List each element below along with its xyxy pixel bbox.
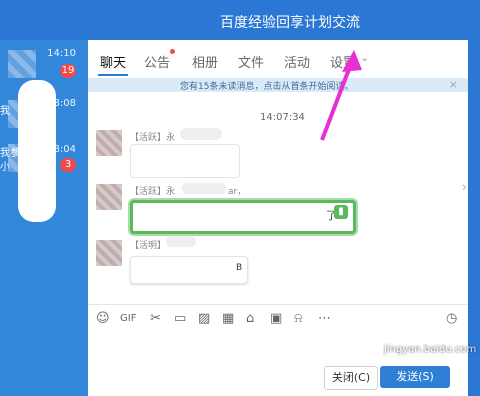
- message-text: B: [236, 263, 243, 273]
- message-sender-tail: ar，: [228, 187, 247, 197]
- tab-settings[interactable]: 设置: [330, 52, 356, 71]
- gif-icon[interactable]: GIF: [120, 313, 136, 324]
- tab-files[interactable]: 文件: [238, 52, 264, 71]
- scissors-icon[interactable]: ✂: [150, 311, 161, 326]
- tab-chat[interactable]: 聊天: [100, 52, 126, 71]
- message-bubble[interactable]: [130, 256, 248, 284]
- redaction-blob: [18, 80, 56, 222]
- conversation-list[interactable]: 14:10 19 8:08 我 8:04 我参 小 3: [0, 40, 88, 396]
- window-edge: [468, 40, 480, 396]
- unread-badge: 19: [60, 64, 76, 78]
- tab-announcement[interactable]: 公告: [144, 52, 170, 71]
- redaction-blur: [166, 236, 196, 247]
- active-tab-indicator: [98, 74, 128, 76]
- message-bubble-highlighted[interactable]: [130, 200, 356, 234]
- conversation-snippet: 我: [0, 106, 10, 117]
- scroll-right-icon[interactable]: ›: [462, 180, 467, 194]
- bell-icon[interactable]: ⍾: [294, 311, 303, 326]
- window-titlebar: 百度经验回享计划交流: [0, 0, 480, 40]
- avatar[interactable]: [96, 184, 122, 210]
- bubble-end-icon: ▮: [334, 205, 348, 219]
- unread-notice-bar[interactable]: 您有15条未读消息，点击从首条开始阅读。 ×: [88, 78, 468, 92]
- message-sender: 【活跃】永: [130, 133, 176, 143]
- save-icon[interactable]: ▣: [270, 311, 282, 326]
- message-sender: 【活跃】永: [130, 187, 176, 197]
- unread-badge: 3: [60, 158, 76, 172]
- watermark: jingyan.baidu.com: [384, 344, 477, 355]
- chevron-down-icon[interactable]: ⌄: [360, 51, 369, 64]
- folder-icon[interactable]: ▭: [174, 311, 186, 326]
- conversation-snippet: 小: [0, 162, 10, 173]
- message-sender: 【活明】: [130, 241, 167, 251]
- chat-panel: 聊天 公告 相册 文件 活动 设置 ⌄ 您有15条未读消息，点击从首条开始阅读。…: [88, 40, 468, 396]
- composer-toolbar: ☺ GIF ✂ ▭ ▨ ▦ ⌂ ▣ ⍾ ⋯ ◷: [88, 304, 468, 333]
- avatar: [8, 50, 36, 78]
- conversation-time: 14:10: [47, 48, 76, 59]
- conversation-time: 8:08: [53, 98, 76, 109]
- conversation-time: 8:04: [53, 144, 76, 155]
- tab-album[interactable]: 相册: [192, 52, 218, 71]
- history-icon[interactable]: ◷: [446, 311, 457, 326]
- redaction-blur: [182, 183, 226, 194]
- new-dot-icon: [170, 49, 175, 54]
- redaction-blur: [180, 128, 222, 140]
- avatar[interactable]: [96, 240, 122, 266]
- avatar[interactable]: [96, 130, 122, 156]
- more-icon[interactable]: ⋯: [318, 311, 331, 326]
- window-title: 百度经验回享计划交流: [220, 15, 360, 31]
- gift-icon[interactable]: ⌂: [246, 311, 254, 326]
- send-button[interactable]: 发送(S): [380, 366, 450, 388]
- image-icon[interactable]: ▨: [198, 311, 210, 326]
- smile-icon[interactable]: ☺: [96, 311, 110, 326]
- conversation-snippet: 我参: [0, 148, 20, 159]
- tab-activity[interactable]: 活动: [284, 52, 310, 71]
- film-icon[interactable]: ▦: [222, 311, 234, 326]
- unread-notice-text[interactable]: 您有15条未读消息，点击从首条开始阅读。: [180, 79, 353, 92]
- tab-bar: 聊天 公告 相册 文件 活动 设置 ⌄: [88, 40, 468, 79]
- message-bubble[interactable]: [130, 144, 240, 178]
- message-timestamp: 14:07:34: [260, 112, 305, 123]
- close-button[interactable]: 关闭(C): [324, 366, 378, 390]
- close-icon[interactable]: ×: [449, 78, 458, 91]
